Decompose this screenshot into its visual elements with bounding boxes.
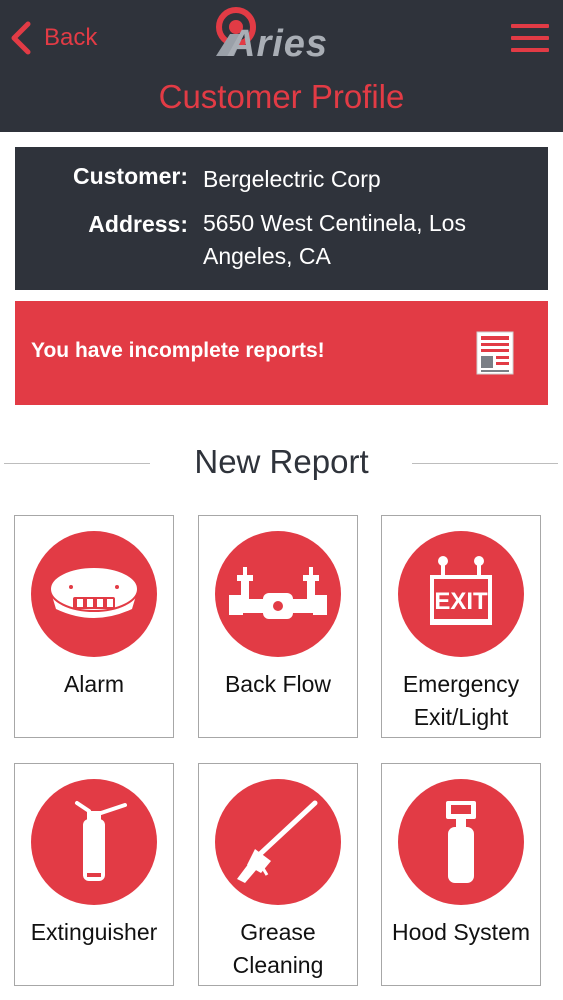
alarm-tile[interactable]: Alarm	[14, 515, 174, 738]
back-button[interactable]: Back	[10, 18, 97, 58]
customer-value: Bergelectric Corp	[203, 166, 381, 192]
back-label: Back	[44, 24, 98, 51]
report-document-icon	[476, 331, 514, 375]
tile-label: Back Flow	[224, 671, 332, 697]
tile-label: Emergency Exit/Light	[402, 671, 520, 730]
tile-label: Alarm	[63, 671, 125, 697]
emergency-exit-light-tile[interactable]: EXIT Emergency Exit/Light	[381, 515, 541, 738]
customer-label: Customer:	[72, 163, 188, 189]
exit-sign-text: EXIT	[434, 588, 488, 615]
tile-label: Extinguisher	[30, 919, 158, 945]
address-value: 5650 West Centinela, Los Angeles, CA	[203, 210, 466, 269]
address-label: Address:	[88, 211, 188, 237]
logo-text: Aries	[227, 23, 328, 62]
grease-cleaning-tile[interactable]: Grease Cleaning	[198, 763, 358, 986]
tile-label: Grease Cleaning	[232, 919, 324, 978]
back-flow-tile[interactable]: Back Flow	[198, 515, 358, 738]
alert-text: You have incomplete reports!	[31, 339, 325, 362]
hamburger-menu-icon[interactable]	[511, 24, 549, 54]
aries-logo: Aries	[208, 4, 358, 62]
hood-system-tile[interactable]: Hood System	[381, 763, 541, 986]
customer-info-card: Customer: Bergelectric Corp Address: 565…	[15, 147, 548, 290]
smoke-detector-icon	[31, 531, 157, 657]
customer-profile-screen: Back Aries Customer Profile Customer: Be…	[0, 0, 563, 1000]
exit-sign-icon: EXIT	[398, 531, 524, 657]
fire-extinguisher-icon	[31, 779, 157, 905]
extinguisher-tile[interactable]: Extinguisher	[14, 763, 174, 986]
app-header: Back Aries Customer Profile	[0, 0, 563, 132]
page-title: Customer Profile	[158, 78, 405, 115]
incomplete-reports-alert[interactable]: You have incomplete reports!	[15, 301, 548, 405]
customer-row: Customer: Bergelectric Corp	[15, 163, 548, 192]
tile-label: Hood System	[391, 919, 531, 945]
chevron-left-icon	[11, 21, 31, 55]
new-report-title: New Report	[194, 443, 369, 480]
pressure-washer-icon	[215, 779, 341, 905]
hood-cylinder-icon	[398, 779, 524, 905]
address-row: Address: 5650 West Centinela, Los Angele…	[15, 210, 548, 269]
backflow-valve-icon	[215, 531, 341, 657]
